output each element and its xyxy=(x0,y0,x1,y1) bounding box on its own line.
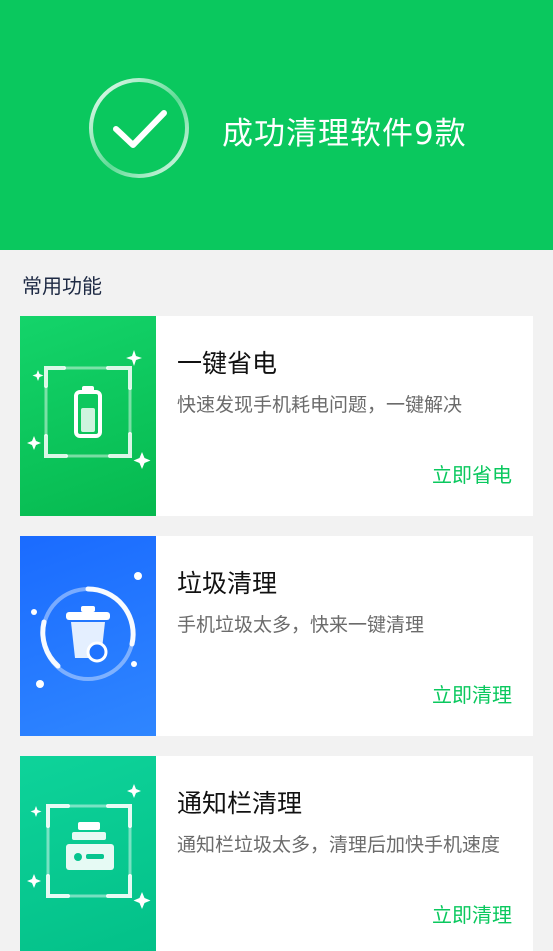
feature-title: 垃圾清理 xyxy=(177,569,278,598)
notification-tray-icon xyxy=(27,784,151,909)
trash-bin-icon xyxy=(31,572,142,688)
junk-cleanup-action-link[interactable]: 立即清理 xyxy=(432,679,512,708)
feature-description: 通知栏垃圾太多，清理后加快手机速度 xyxy=(177,834,501,856)
feature-description: 手机垃圾太多，快来一键清理 xyxy=(177,614,425,636)
result-title: 成功清理软件9款 xyxy=(222,116,467,152)
feature-card-power-saving[interactable]: 一键省电 快速发现手机耗电问题，一键解决 立即省电 xyxy=(20,316,533,516)
feature-art xyxy=(20,536,156,736)
feature-description: 快速发现手机耗电问题，一键解决 xyxy=(177,394,463,416)
feature-card-notification-cleanup[interactable]: 通知栏清理 通知栏垃圾太多，清理后加快手机速度 立即清理 xyxy=(20,756,533,951)
feature-card-junk-cleanup[interactable]: 垃圾清理 手机垃圾太多，快来一键清理 立即清理 xyxy=(20,536,533,736)
feature-art xyxy=(20,316,156,516)
power-saving-action-link[interactable]: 立即省电 xyxy=(432,459,512,488)
feature-art xyxy=(20,756,156,951)
feature-title: 通知栏清理 xyxy=(177,789,303,818)
check-circle-icon xyxy=(89,78,189,178)
result-header: 成功清理软件9款 xyxy=(0,0,553,250)
section-title: 常用功能 xyxy=(22,274,102,298)
notification-cleanup-action-link[interactable]: 立即清理 xyxy=(432,899,512,928)
battery-icon xyxy=(27,350,151,469)
feature-title: 一键省电 xyxy=(177,349,278,378)
